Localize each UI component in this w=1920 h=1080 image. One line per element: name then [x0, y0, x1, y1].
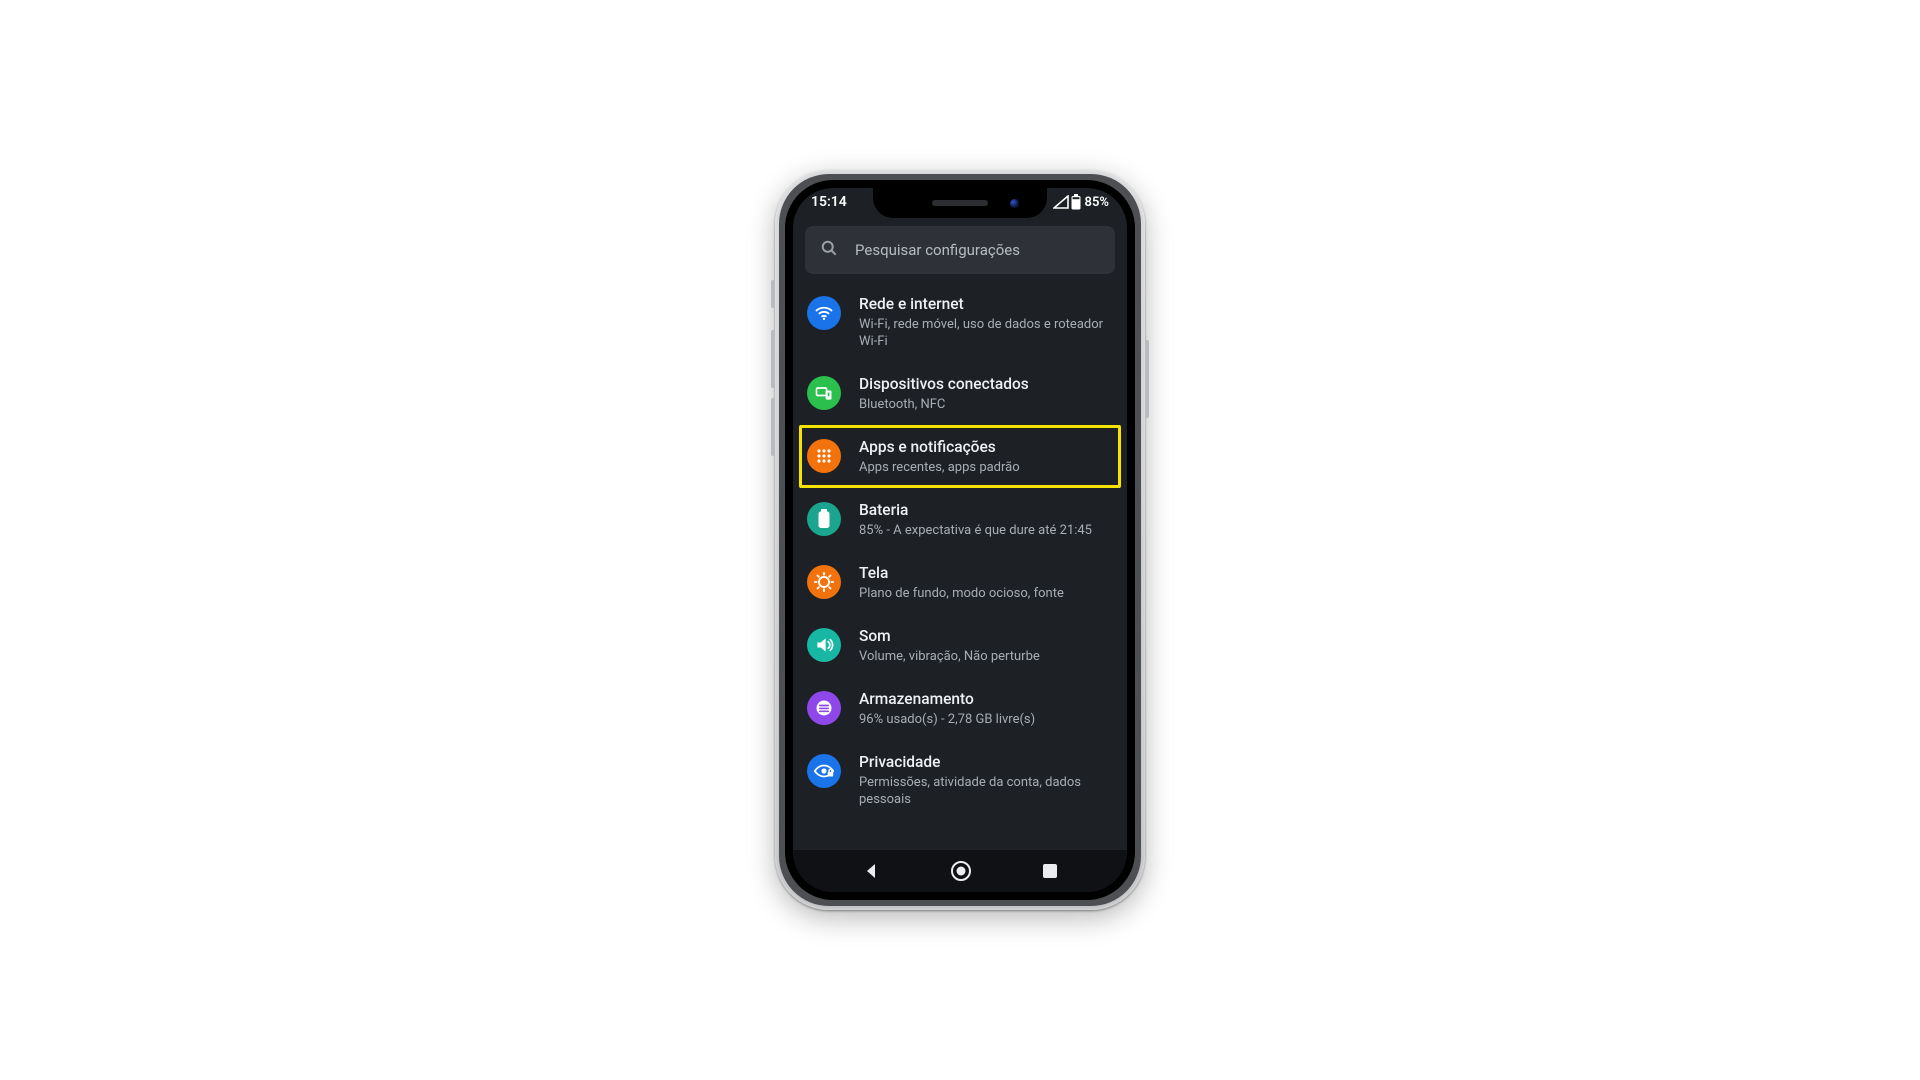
settings-list: Rede e internetWi-Fi, rede móvel, uso de…: [793, 282, 1127, 820]
settings-search[interactable]: Pesquisar configurações: [805, 226, 1115, 274]
settings-item-dispositivos-conectados[interactable]: Dispositivos conectadosBluetooth, NFC: [793, 362, 1127, 425]
devices-icon: [807, 376, 841, 410]
nav-recents-button[interactable]: [1041, 862, 1059, 880]
speaker-grill: [932, 200, 988, 206]
battery-icon: [1071, 194, 1081, 210]
settings-item-title: Apps e notificações: [859, 437, 1020, 457]
volume-down-btn[interactable]: [771, 398, 775, 456]
settings-item-subtitle: 96% usado(s) - 2,78 GB livre(s): [859, 709, 1035, 728]
settings-item-subtitle: Apps recentes, apps padrão: [859, 457, 1020, 476]
search-placeholder: Pesquisar configurações: [855, 241, 1020, 259]
screen: 15:14 85%: [793, 188, 1127, 892]
privacy-icon: [807, 754, 841, 788]
power-btn[interactable]: [1145, 340, 1149, 418]
settings-item-bateria[interactable]: Bateria85% - A expectativa é que dure at…: [793, 488, 1127, 551]
status-battery-text: 85%: [1085, 195, 1109, 210]
nav-back-button[interactable]: [861, 861, 881, 881]
settings-item-apps-e-notifica-es[interactable]: Apps e notificaçõesApps recentes, apps p…: [799, 425, 1121, 488]
battery-icon: [807, 502, 841, 536]
android-nav-bar: [793, 850, 1127, 892]
settings-item-armazenamento[interactable]: Armazenamento96% usado(s) - 2,78 GB livr…: [793, 677, 1127, 740]
settings-item-title: Privacidade: [859, 752, 1113, 772]
settings-item-subtitle: Wi-Fi, rede móvel, uso de dados e rotead…: [859, 314, 1113, 350]
mute-switch[interactable]: [771, 280, 775, 308]
settings-item-subtitle: Volume, vibração, Não perturbe: [859, 646, 1040, 665]
settings-item-title: Som: [859, 626, 1040, 646]
settings-item-privacidade[interactable]: PrivacidadePermissões, atividade da cont…: [793, 740, 1127, 820]
settings-item-subtitle: 85% - A expectativa é que dure até 21:45: [859, 520, 1092, 539]
nav-home-button[interactable]: [949, 859, 973, 883]
search-icon: [819, 238, 839, 262]
settings-item-tela[interactable]: TelaPlano de fundo, modo ocioso, fonte: [793, 551, 1127, 614]
notch: [873, 188, 1047, 218]
settings-item-title: Dispositivos conectados: [859, 374, 1029, 394]
sound-icon: [807, 628, 841, 662]
cellular-signal-icon: [1053, 195, 1069, 209]
apps-icon: [807, 439, 841, 473]
settings-item-subtitle: Bluetooth, NFC: [859, 394, 1029, 413]
front-camera: [1010, 199, 1019, 208]
settings-item-subtitle: Plano de fundo, modo ocioso, fonte: [859, 583, 1064, 602]
settings-item-som[interactable]: SomVolume, vibração, Não perturbe: [793, 614, 1127, 677]
settings-item-title: Armazenamento: [859, 689, 1035, 709]
display-icon: [807, 565, 841, 599]
volume-up-btn[interactable]: [771, 330, 775, 388]
phone-frame: 15:14 85%: [775, 170, 1145, 910]
settings-item-title: Tela: [859, 563, 1064, 583]
settings-item-title: Rede e internet: [859, 294, 1113, 314]
wifi-icon: [807, 296, 841, 330]
storage-icon: [807, 691, 841, 725]
status-clock: 15:14: [793, 194, 847, 210]
settings-item-title: Bateria: [859, 500, 1092, 520]
settings-item-rede-e-internet[interactable]: Rede e internetWi-Fi, rede móvel, uso de…: [793, 282, 1127, 362]
settings-item-subtitle: Permissões, atividade da conta, dados pe…: [859, 772, 1113, 808]
